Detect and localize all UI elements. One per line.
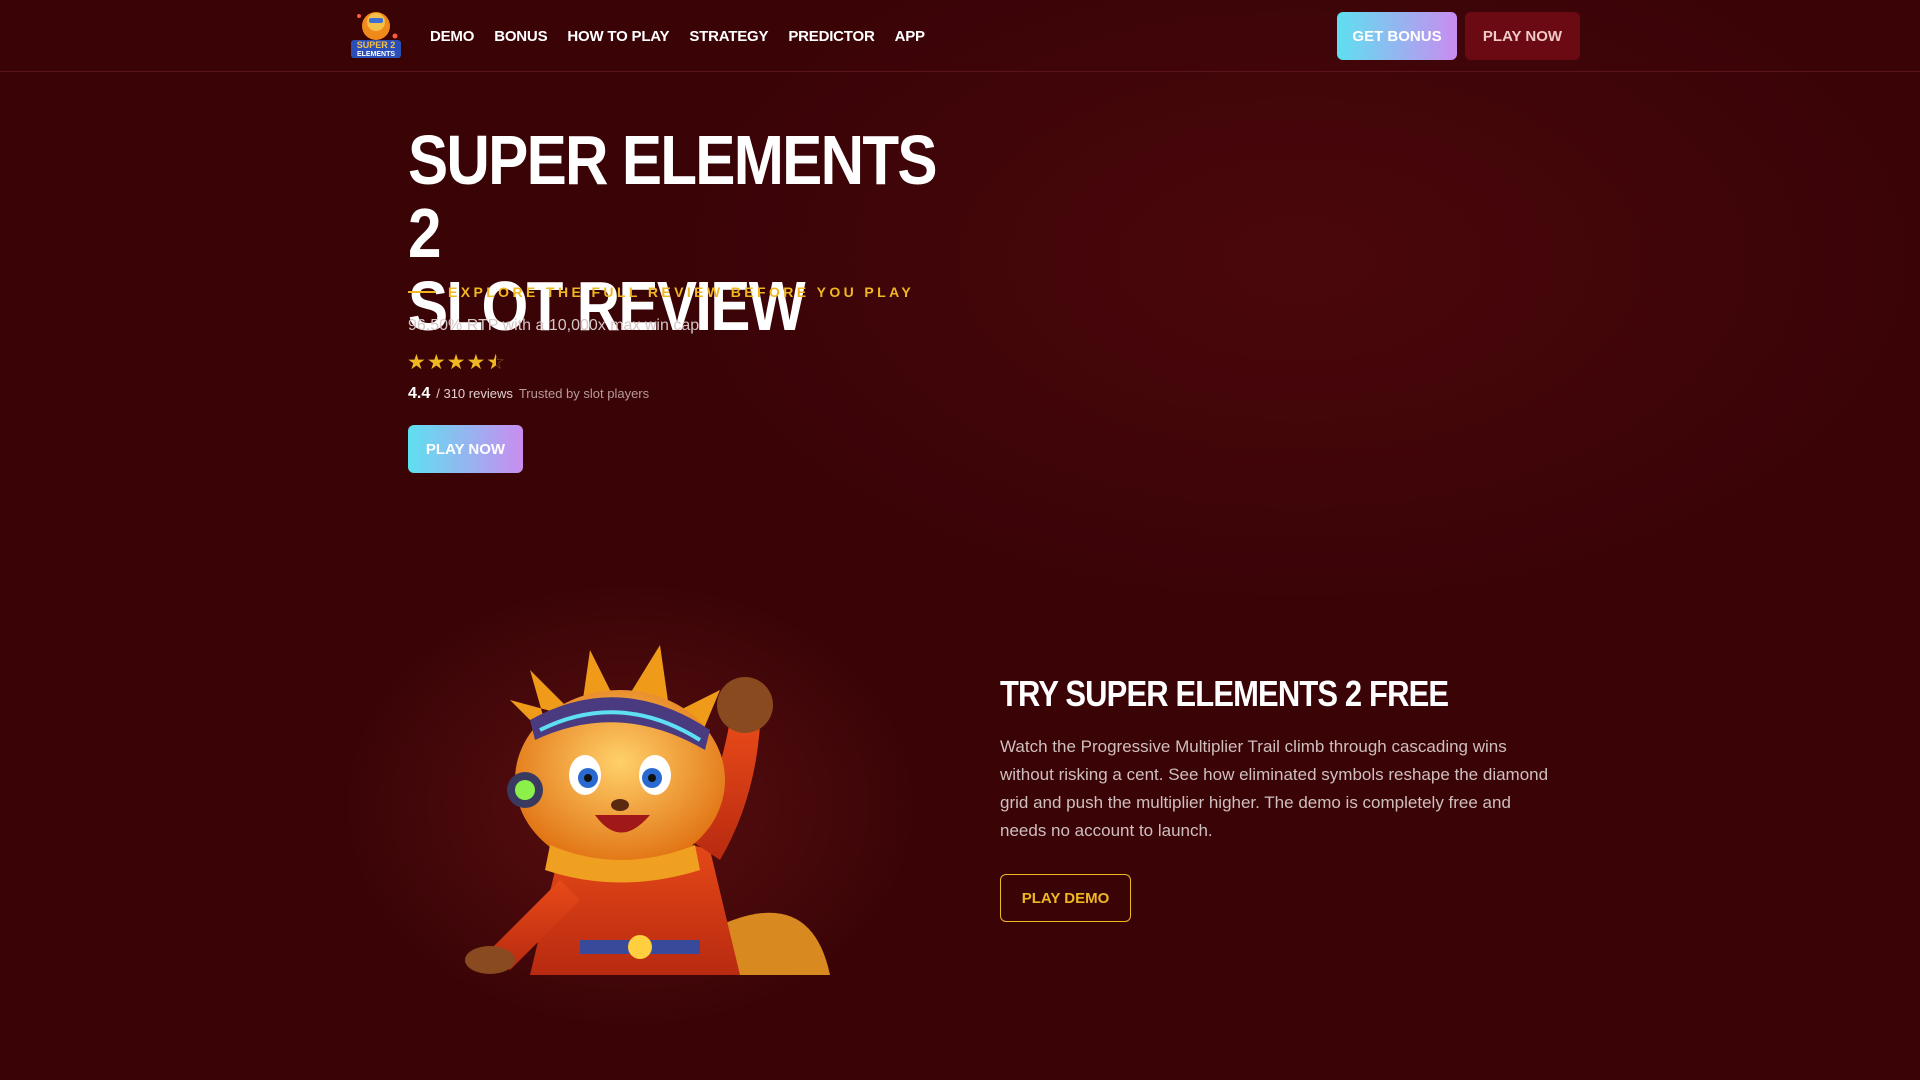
svg-text:SUPER 2: SUPER 2 [357,40,396,50]
eyebrow-text: EXPLORE THE FULL REVIEW BEFORE YOU PLAY [448,284,915,300]
play-demo-button[interactable]: PLAY DEMO [1000,874,1131,922]
hero-description: 96.50% RTP with a 10,000x max win cap [408,317,700,334]
rating-score: 4.4 [408,385,431,402]
nav-demo[interactable]: DEMO [430,28,474,45]
get-bonus-button[interactable]: GET BONUS [1337,12,1457,60]
star-icon: ★ [407,350,426,374]
star-rating: ★ ★ ★ ★ ☆ ★ [407,350,505,374]
mascot-character-image [465,645,830,975]
demo-description: Watch the Progressive Multiplier Trail c… [1000,737,1549,840]
rating-summary: 4.4 / 310 reviews Trusted by slot player… [408,385,649,403]
page-title: SUPER ELEMENTS 2 SLOT REVIEW [408,124,941,343]
star-icon: ★ [446,350,466,374]
site-header: SUPER 2 ELEMENTS DEMO BONUS HOW TO PLAY … [0,0,1920,72]
main-nav: DEMO BONUS HOW TO PLAY STRATEGY PREDICTO… [430,0,925,72]
trusted-label: Trusted by slot players [518,386,650,401]
nav-bonus[interactable]: BONUS [494,28,547,45]
hero-eyebrow: EXPLORE THE FULL REVIEW BEFORE YOU PLAY [408,284,914,300]
half-star-icon: ☆ ★ [486,350,506,374]
logo-icon[interactable]: SUPER 2 ELEMENTS [347,6,405,64]
review-count: / 310 reviews [436,386,513,401]
title-line-1: SUPER ELEMENTS 2 [408,121,938,272]
nav-how-to-play[interactable]: HOW TO PLAY [567,28,669,45]
svg-text:ELEMENTS: ELEMENTS [357,51,395,58]
nav-strategy[interactable]: STRATEGY [689,28,768,45]
nav-app[interactable]: APP [895,28,925,45]
header-play-now-button[interactable]: PLAY NOW [1465,12,1580,60]
nav-predictor[interactable]: PREDICTOR [788,28,874,45]
eyebrow-divider [408,291,436,293]
star-icon: ★ [466,350,486,374]
star-icon: ★ [426,350,446,374]
demo-title: TRY SUPER ELEMENTS 2 FREE [1000,673,1449,714]
hero-play-now-button[interactable]: PLAY NOW [408,425,523,473]
